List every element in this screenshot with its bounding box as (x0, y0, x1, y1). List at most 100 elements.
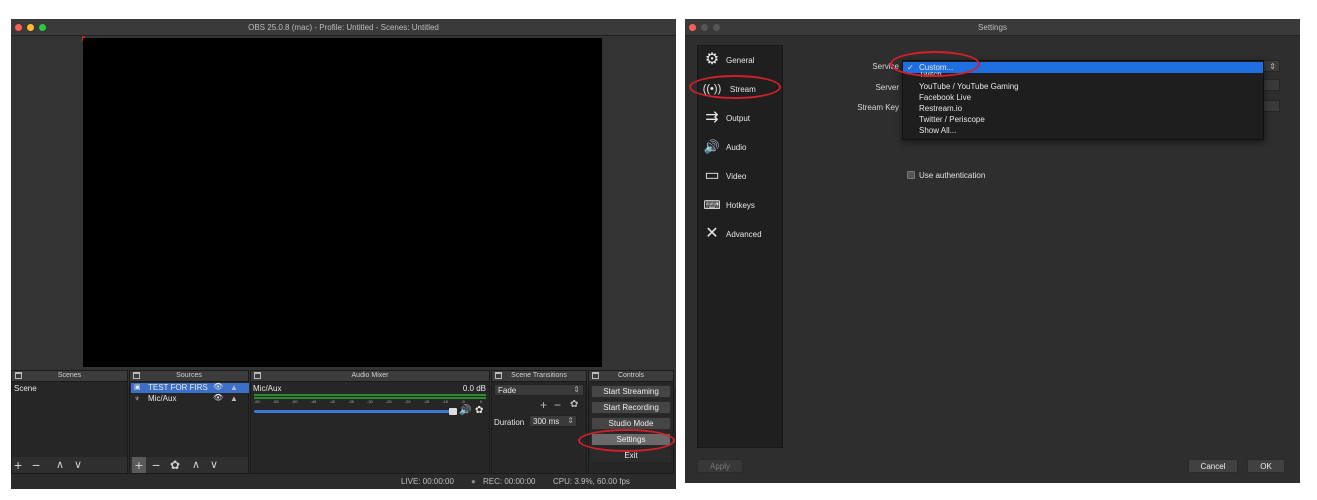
scenes-dock-title: Scenes (57, 372, 82, 379)
meter-tick-label: 0 (480, 399, 483, 404)
gear-icon[interactable]: ✿ (170, 457, 180, 473)
sidebar-item-advanced[interactable]: ✕ Advanced (702, 223, 780, 245)
scene-item[interactable]: Scene (14, 384, 37, 393)
cpu-status: CPU: 3.9%, 60.00 fps (553, 477, 630, 486)
remove-icon[interactable]: − (152, 457, 160, 473)
meter-tick-label: -35 (348, 399, 354, 404)
duration-label: Duration (494, 418, 525, 427)
use-auth-checkbox[interactable] (907, 171, 915, 179)
program-preview[interactable] (83, 38, 602, 367)
volume-slider[interactable] (254, 410, 454, 413)
settings-annotation-ring (578, 429, 675, 452)
meter-scale: -60 -55 -50 -45 -40 -35 -30 -25 -20 -15 -10 -5 0 (254, 399, 486, 405)
meter-tick-label: -10 (442, 399, 449, 404)
sidebar-item-output[interactable]: ⇉ Output (702, 107, 780, 129)
sidebar-item-label: Hotkeys (726, 201, 755, 210)
meter-tick-label: -45 (310, 399, 317, 404)
gear-icon[interactable]: ✿ (475, 405, 483, 416)
cancel-button[interactable]: Cancel (1188, 459, 1238, 473)
dropdown-option-facebook[interactable]: Facebook Live (903, 92, 1263, 103)
add-icon[interactable]: + (132, 457, 146, 473)
mic-icon: ♆ (134, 394, 140, 403)
scene-transitions-dock: Scene Transitions Fade ⇕ + − ✿ Duration … (491, 370, 587, 474)
lock-icon[interactable]: ▲ (230, 383, 238, 392)
dropdown-option-restream[interactable]: Restream.io (903, 103, 1263, 114)
transition-select[interactable]: Fade ⇕ (494, 384, 584, 396)
sidebar-item-label: Audio (726, 143, 747, 152)
scenes-toolbar: + − ∧ ∨ (12, 457, 127, 473)
rec-status: REC: 00:00:00 (483, 477, 536, 486)
preview-area (11, 36, 676, 386)
mixer-level: 0.0 dB (462, 384, 486, 393)
use-auth-label: Use authentication (919, 171, 986, 180)
speaker-icon[interactable]: 🔊 (459, 405, 471, 416)
chevron-updown-icon: ⇕ (1269, 62, 1276, 71)
start-recording-button[interactable]: Start Recording (591, 401, 671, 414)
chevron-updown-icon: ⇕ (573, 385, 580, 394)
settings-title-bar: Settings (685, 19, 1300, 36)
stream-annotation-ring (689, 75, 781, 99)
source-label: TEST FOR FIRS (148, 383, 208, 392)
stepper-icon[interactable]: ⇕ (567, 416, 574, 425)
settings-title: Settings (978, 23, 1007, 32)
sidebar-item-general[interactable]: ⚙ General (702, 49, 780, 71)
move-up-icon[interactable]: ∧ (192, 457, 200, 473)
mixer-channel-name: Mic/Aux (253, 384, 282, 393)
sidebar-item-label: Advanced (726, 230, 762, 239)
obs-main-window: OBS 25.0.8 (mac) - Profile: Untitled - S… (11, 19, 676, 489)
monitor-icon: ▭ (704, 167, 720, 184)
meter-tick-label: -40 (329, 399, 336, 404)
mixer-dock-title: Audio Mixer (351, 372, 389, 379)
stream-key-label: Stream Key (857, 103, 899, 112)
output-icon: ⇉ (705, 109, 719, 126)
add-icon[interactable]: + (540, 398, 547, 412)
camera-icon: ▣ (134, 384, 141, 391)
sidebar-item-hotkeys[interactable]: ⌨ Hotkeys (702, 194, 780, 216)
eye-icon[interactable]: 👁 (213, 393, 223, 402)
live-status: LIVE: 00:00:00 (401, 477, 454, 486)
volume-meter-top (254, 394, 486, 396)
eye-icon[interactable]: 👁 (213, 382, 223, 391)
source-item-selected[interactable]: ▣ TEST FOR FIRS 👁 ▲ (131, 382, 249, 393)
rec-dot-icon: ● (471, 477, 476, 486)
controls-dock-title: Controls (617, 372, 645, 379)
lock-icon[interactable]: ▲ (230, 394, 238, 403)
move-up-icon[interactable]: ∧ (56, 457, 64, 473)
move-down-icon[interactable]: ∨ (210, 457, 218, 473)
sidebar-item-label: General (726, 56, 755, 65)
sidebar-item-video[interactable]: ▭ Video (702, 165, 780, 187)
studio-mode-button[interactable]: Studio Mode (591, 417, 671, 430)
start-streaming-button[interactable]: Start Streaming (591, 385, 671, 398)
meter-tick-label: -25 (385, 399, 392, 404)
add-icon[interactable]: + (14, 457, 22, 473)
apply-button[interactable]: Apply (697, 459, 743, 473)
volume-slider-handle[interactable] (449, 408, 457, 415)
dropdown-option-youtube[interactable]: YouTube / YouTube Gaming (903, 81, 1263, 92)
audio-mixer-dock: Audio Mixer Mic/Aux 0.0 dB -60 -55 -50 -45 -… (250, 370, 490, 474)
meter-tick-label: -50 (291, 399, 298, 404)
server-label: Server (875, 83, 899, 92)
keyboard-icon: ⌨ (703, 198, 721, 212)
status-bar: LIVE: 00:00:00 ● REC: 00:00:00 CPU: 3.9%… (11, 474, 676, 489)
sidebar-item-label: Output (726, 114, 751, 123)
sidebar-item-audio[interactable]: 🔊 Audio (702, 136, 780, 158)
sources-dock-title: Sources (176, 372, 202, 379)
settings-sidebar: ⚙ General ((•)) Stream ⇉ Output 🔊 Audio … (697, 45, 783, 448)
meter-tick-label: -60 (254, 399, 260, 404)
sidebar-item-label: Video (726, 172, 747, 181)
transitions-dock-title: Scene Transitions (511, 372, 567, 379)
meter-tick-label: -55 (272, 399, 279, 404)
source-label: Mic/Aux (148, 394, 177, 403)
gear-icon: ⚙ (704, 51, 720, 68)
move-down-icon[interactable]: ∨ (74, 457, 82, 473)
dropdown-option-show-all[interactable]: Show All... (903, 125, 1263, 136)
ok-button[interactable]: OK (1247, 459, 1285, 473)
dropdown-option-twitter[interactable]: Twitter / Periscope (903, 114, 1263, 125)
remove-icon[interactable]: − (32, 457, 40, 473)
remove-icon[interactable]: − (554, 398, 561, 412)
title-bar: OBS 25.0.8 (mac) - Profile: Untitled - S… (11, 19, 676, 36)
source-item[interactable]: ♆ Mic/Aux 👁 ▲ (131, 393, 249, 404)
gear-icon[interactable]: ✿ (570, 399, 578, 410)
meter-tick-label: -20 (404, 399, 411, 404)
duration-field[interactable]: 300 ms ⇕ (529, 415, 577, 427)
